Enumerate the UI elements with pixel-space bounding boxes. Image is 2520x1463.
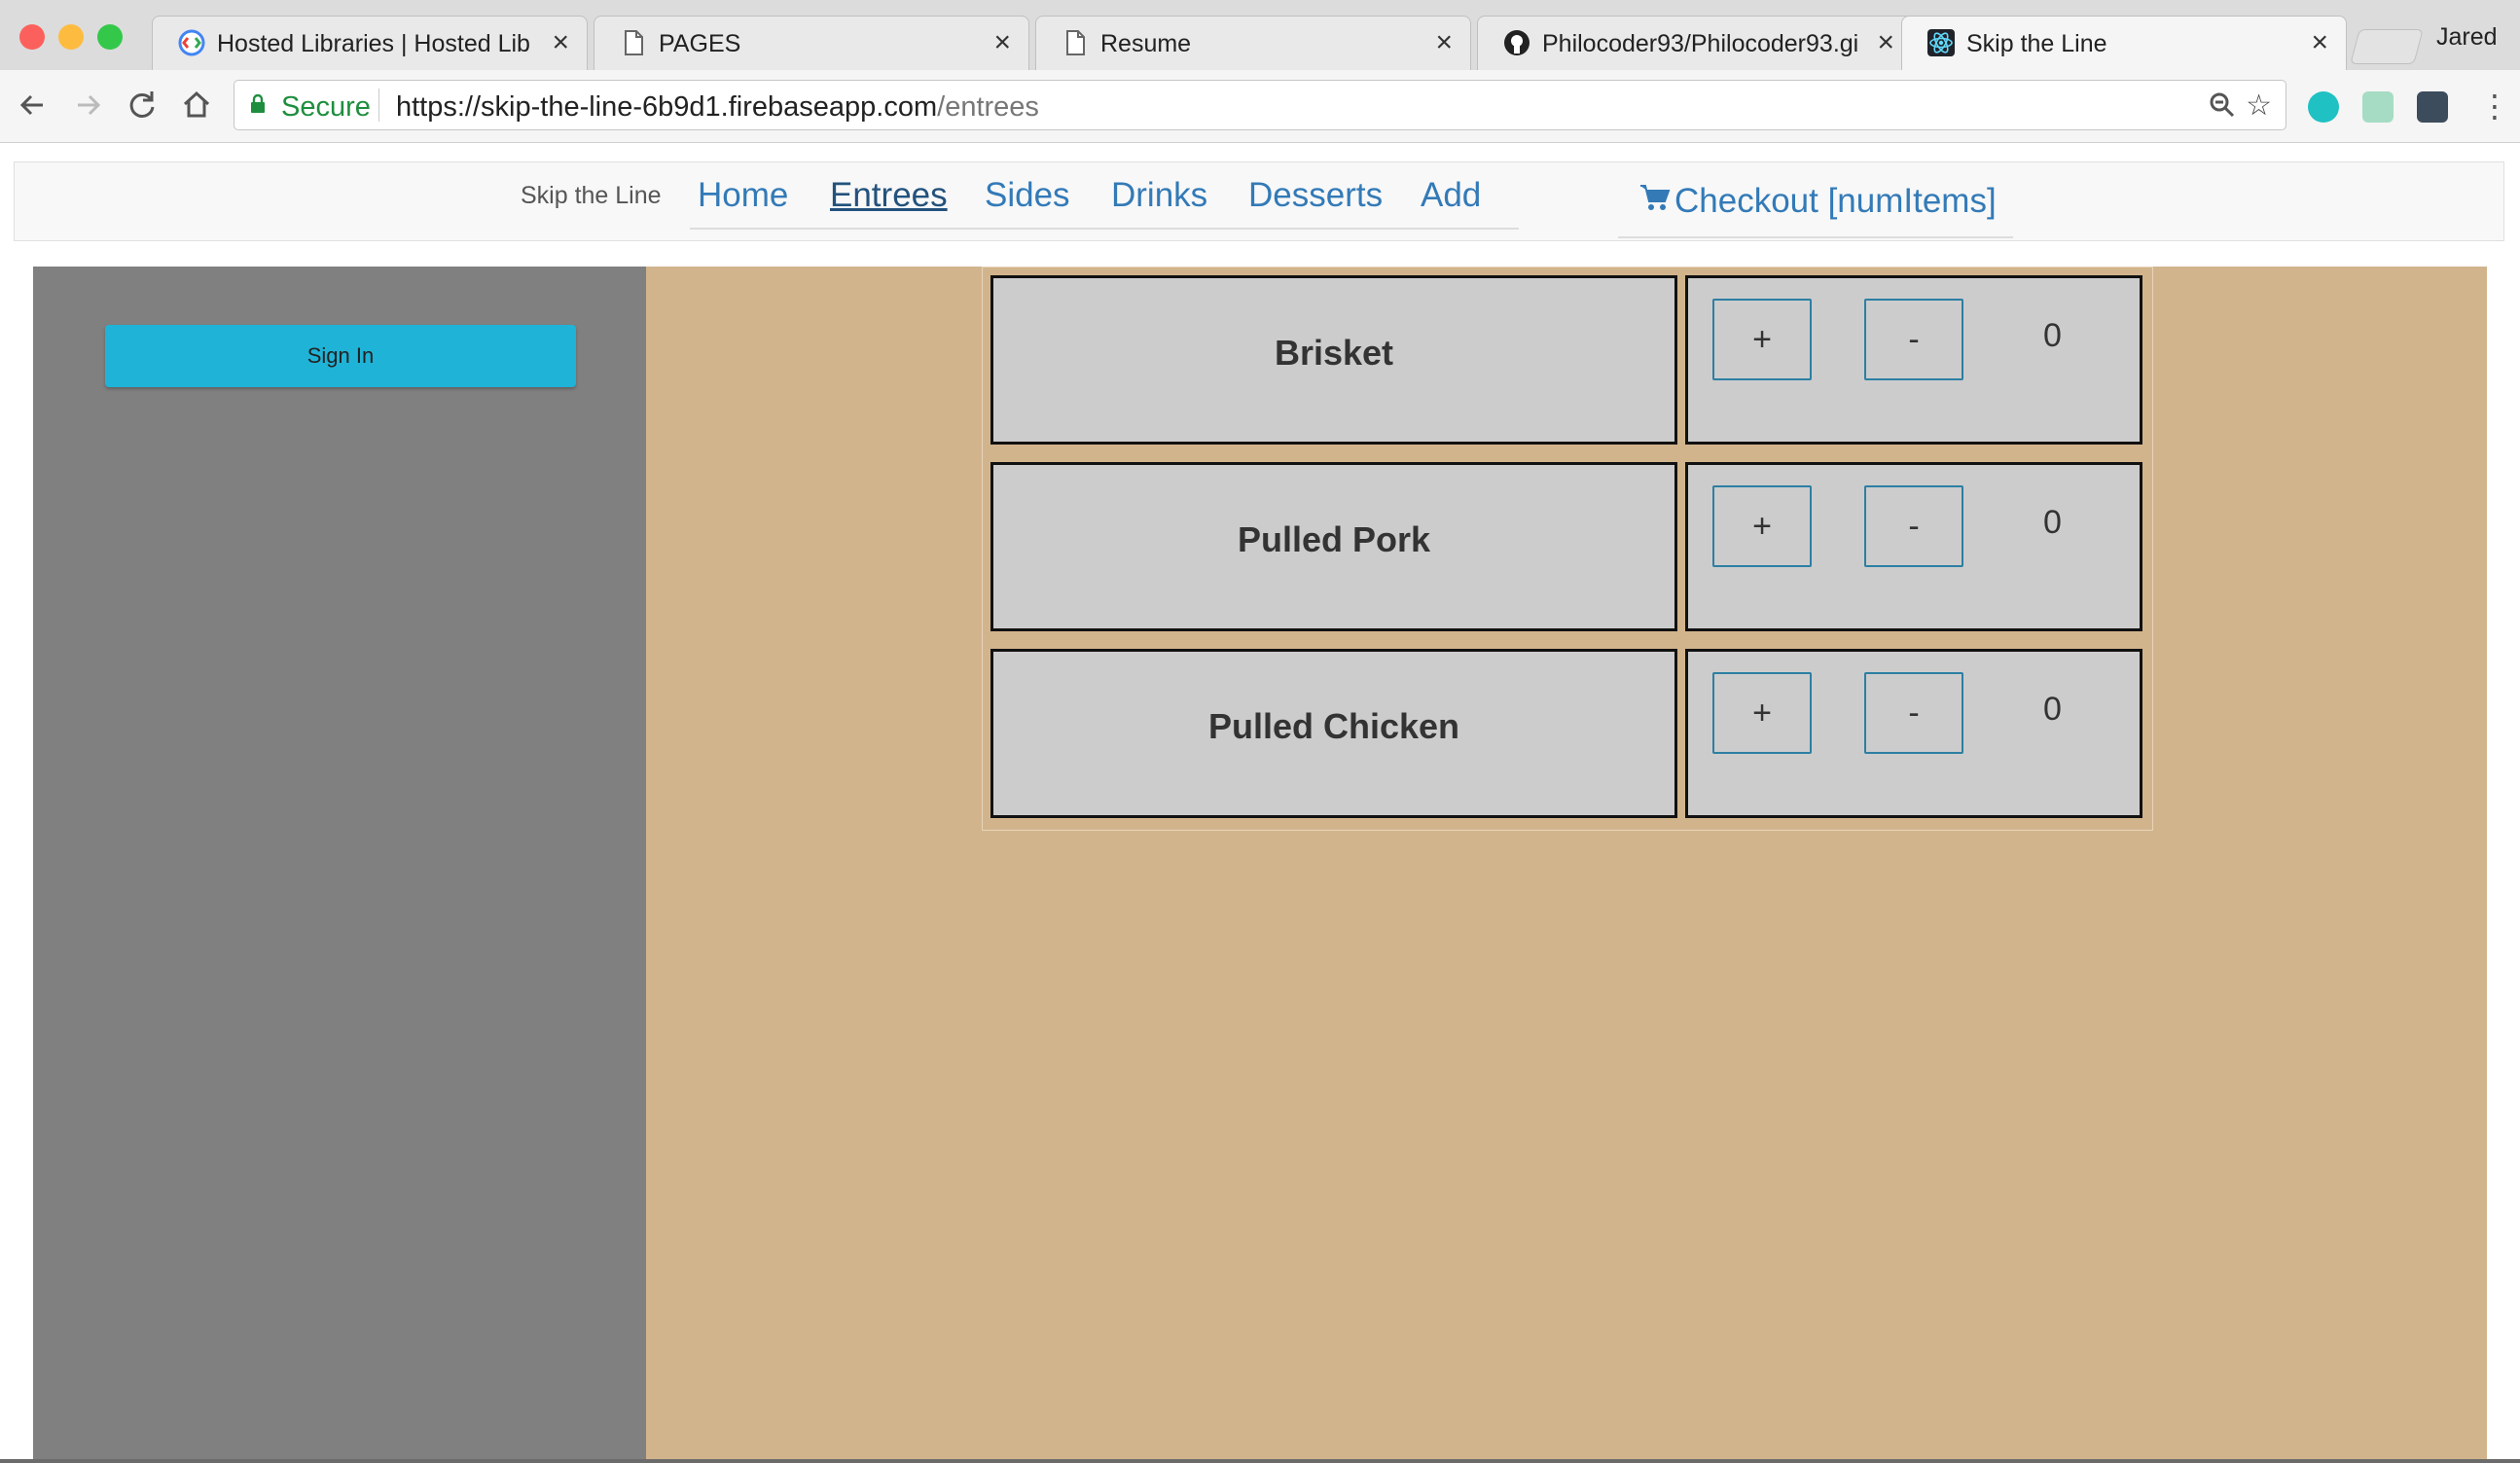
menu-item-row: Brisket + - 0 <box>983 268 2154 454</box>
sign-in-button[interactable]: Sign In <box>105 325 576 387</box>
home-button[interactable] <box>177 86 216 125</box>
browser-tab[interactable]: PAGES × <box>594 16 1029 70</box>
extension-shield-icon[interactable] <box>2417 91 2448 123</box>
quantity-control-cell: + - 0 <box>1685 275 2142 445</box>
maximize-window-button[interactable] <box>97 24 123 50</box>
new-tab-button[interactable] <box>2350 29 2424 64</box>
tab-title: Resume <box>1100 30 1192 57</box>
nav-link-desserts[interactable]: Desserts <box>1248 176 1383 215</box>
item-name-cell: Pulled Chicken <box>990 649 1677 818</box>
item-name: Pulled Chicken <box>1207 706 1460 746</box>
arrow-right-icon <box>78 94 101 116</box>
nav-link-sides[interactable]: Sides <box>985 176 1070 215</box>
increase-quantity-button[interactable]: + <box>1712 299 1812 380</box>
browser-toolbar: Secure https://skip-the-line-6b9d1.fireb… <box>0 70 2520 143</box>
close-tab-icon[interactable]: × <box>993 26 1011 59</box>
close-tab-icon[interactable]: × <box>2311 26 2328 59</box>
window-bottom-edge <box>0 1459 2520 1463</box>
back-button[interactable] <box>14 86 53 125</box>
close-tab-icon[interactable]: × <box>552 26 569 59</box>
checkout-label: Checkout [numItems] <box>1674 182 1997 220</box>
document-icon <box>625 30 643 55</box>
close-tab-icon[interactable]: × <box>1435 26 1453 59</box>
tab-title: Philocoder93/Philocoder93.gi <box>1542 30 1859 57</box>
item-name: Brisket <box>1274 333 1394 373</box>
reload-button[interactable] <box>123 86 162 125</box>
item-quantity: 0 <box>2043 691 2062 728</box>
menu-item-row: Pulled Chicken + - 0 <box>983 641 2154 828</box>
quantity-control-cell: + - 0 <box>1685 462 2142 631</box>
lock-icon <box>251 94 265 113</box>
url-host: https://skip-the-line-6b9d1.firebaseapp.… <box>396 91 938 123</box>
minimize-window-button[interactable] <box>58 24 84 50</box>
shopping-cart-icon <box>1639 182 1674 221</box>
decrease-quantity-button[interactable]: - <box>1864 672 1963 754</box>
google-developers-icon <box>178 29 205 56</box>
increase-quantity-button[interactable]: + <box>1712 672 1812 754</box>
entrees-table: Brisket + - 0 Pulled Pork + - 0 Pulled C… <box>982 267 2153 831</box>
checkout-link[interactable]: Checkout [numItems] <box>1639 182 1997 221</box>
item-name: Pulled Pork <box>1237 519 1431 559</box>
reload-icon <box>129 91 155 118</box>
browser-tab-active[interactable]: Skip the Line × <box>1901 16 2347 70</box>
browser-tab-strip: Hosted Libraries | Hosted Lib × PAGES × … <box>0 0 2520 71</box>
browser-tab[interactable]: Philocoder93/Philocoder93.gi × <box>1477 16 1913 70</box>
url-text[interactable]: https://skip-the-line-6b9d1.firebaseapp.… <box>396 91 1039 124</box>
site-navbar: Skip the Line Home Entrees Sides Drinks … <box>14 161 2504 241</box>
github-icon <box>1504 30 1530 55</box>
brand-name[interactable]: Skip the Line <box>521 182 662 210</box>
item-name-cell: Brisket <box>990 275 1677 445</box>
url-path: /entrees <box>937 91 1039 123</box>
decrease-quantity-button[interactable]: - <box>1864 485 1963 567</box>
increase-quantity-button[interactable]: + <box>1712 485 1812 567</box>
tab-title: Skip the Line <box>1966 30 2107 57</box>
nav-link-entrees[interactable]: Entrees <box>830 176 948 215</box>
close-tab-icon[interactable]: × <box>1877 26 1894 59</box>
tab-title: Hosted Libraries | Hosted Lib <box>217 30 530 57</box>
home-icon <box>183 90 210 118</box>
forward-button[interactable] <box>68 86 107 125</box>
main-content: Brisket + - 0 Pulled Pork + - 0 Pulled C… <box>646 267 2487 1463</box>
extension-m-icon[interactable] <box>2308 91 2339 123</box>
nav-link-drinks[interactable]: Drinks <box>1111 176 1207 215</box>
sidebar: Sign In <box>33 267 646 1463</box>
tab-title: PAGES <box>659 30 741 57</box>
react-icon <box>1927 29 1955 56</box>
nav-link-home[interactable]: Home <box>698 176 788 215</box>
url-separator <box>378 89 379 122</box>
menu-item-row: Pulled Pork + - 0 <box>983 454 2154 641</box>
item-quantity: 0 <box>2043 317 2062 354</box>
item-quantity: 0 <box>2043 504 2062 541</box>
item-name-cell: Pulled Pork <box>990 462 1677 631</box>
browser-tab[interactable]: Hosted Libraries | Hosted Lib × <box>152 16 588 70</box>
document-icon <box>1066 30 1085 55</box>
nav-link-add[interactable]: Add <box>1421 176 1481 215</box>
browser-menu-icon[interactable]: ⋮ <box>2479 88 2510 125</box>
checkout-divider <box>1618 236 2013 238</box>
quantity-control-cell: + - 0 <box>1685 649 2142 818</box>
extension-audio-icon[interactable] <box>2362 91 2394 123</box>
zoom-icon[interactable] <box>2208 90 2237 126</box>
arrow-left-icon <box>19 94 43 116</box>
secure-label: Secure <box>281 91 371 123</box>
bookmark-star-icon[interactable]: ☆ <box>2246 89 2272 123</box>
decrease-quantity-button[interactable]: - <box>1864 299 1963 380</box>
profile-name[interactable]: Jared <box>2436 23 2498 52</box>
browser-tab[interactable]: Resume × <box>1035 16 1471 70</box>
nav-divider <box>690 228 1519 230</box>
address-bar[interactable]: Secure https://skip-the-line-6b9d1.fireb… <box>234 80 2286 130</box>
close-window-button[interactable] <box>19 24 45 50</box>
